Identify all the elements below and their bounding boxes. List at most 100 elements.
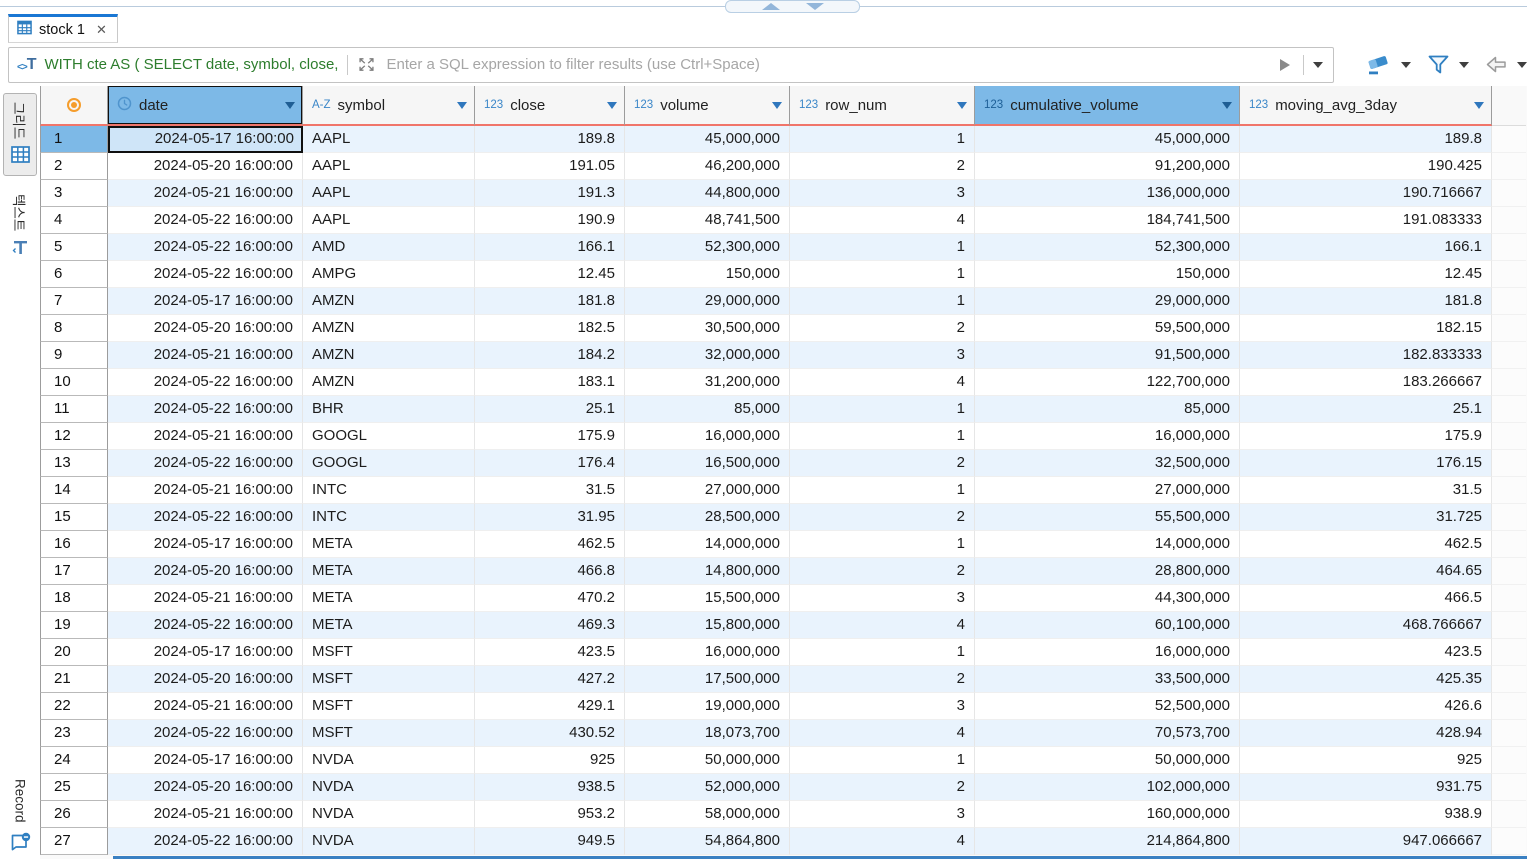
row-number-column-header[interactable] — [40, 86, 108, 126]
cell-volume[interactable]: 14,000,000 — [625, 531, 790, 558]
column-header-close[interactable]: 123close — [475, 86, 625, 126]
filter-input-placeholder[interactable]: Enter a SQL expression to filter results… — [386, 56, 1276, 73]
cell-close[interactable]: 191.3 — [475, 180, 625, 207]
cell-symbol[interactable]: META — [303, 531, 475, 558]
cell-date[interactable]: 2024-05-22 16:00:00 — [108, 234, 303, 261]
cell-close[interactable]: 183.1 — [475, 369, 625, 396]
cell-row_num[interactable]: 3 — [790, 693, 975, 720]
cell-date[interactable]: 2024-05-22 16:00:00 — [108, 207, 303, 234]
cell-moving_avg_3day[interactable]: 947.066667 — [1240, 828, 1492, 855]
cell-close[interactable]: 175.9 — [475, 423, 625, 450]
cell-moving_avg_3day[interactable]: 425.35 — [1240, 666, 1492, 693]
cell-moving_avg_3day[interactable]: 31.725 — [1240, 504, 1492, 531]
cell-close[interactable]: 953.2 — [475, 801, 625, 828]
cell-cumulative_volume[interactable]: 52,500,000 — [975, 693, 1240, 720]
cell-date[interactable]: 2024-05-22 16:00:00 — [108, 612, 303, 639]
row-number-cell[interactable]: 16 — [40, 531, 108, 558]
cell-symbol[interactable]: NVDA — [303, 801, 475, 828]
cell-cumulative_volume[interactable]: 91,500,000 — [975, 342, 1240, 369]
cell-cumulative_volume[interactable]: 136,000,000 — [975, 180, 1240, 207]
cell-row_num[interactable]: 1 — [790, 639, 975, 666]
cell-row_num[interactable]: 1 — [790, 531, 975, 558]
cell-cumulative_volume[interactable]: 44,300,000 — [975, 585, 1240, 612]
cell-close[interactable]: 189.8 — [475, 126, 625, 153]
cell-close[interactable]: 925 — [475, 747, 625, 774]
cell-close[interactable]: 191.05 — [475, 153, 625, 180]
cell-row_num[interactable]: 1 — [790, 234, 975, 261]
cell-row_num[interactable]: 2 — [790, 450, 975, 477]
cell-symbol[interactable]: META — [303, 585, 475, 612]
row-number-cell[interactable]: 13 — [40, 450, 108, 477]
cell-row_num[interactable]: 1 — [790, 747, 975, 774]
cell-row_num[interactable]: 2 — [790, 666, 975, 693]
collapse-down-icon[interactable] — [806, 3, 824, 10]
column-dropdown-icon[interactable] — [1222, 102, 1232, 109]
cell-cumulative_volume[interactable]: 214,864,800 — [975, 828, 1240, 855]
cell-symbol[interactable]: INTC — [303, 477, 475, 504]
cell-date[interactable]: 2024-05-21 16:00:00 — [108, 423, 303, 450]
cell-cumulative_volume[interactable]: 102,000,000 — [975, 774, 1240, 801]
row-number-cell[interactable]: 1 — [40, 126, 108, 153]
cell-row_num[interactable]: 2 — [790, 558, 975, 585]
cell-symbol[interactable]: NVDA — [303, 774, 475, 801]
cell-moving_avg_3day[interactable]: 25.1 — [1240, 396, 1492, 423]
cell-date[interactable]: 2024-05-17 16:00:00 — [108, 531, 303, 558]
cell-row_num[interactable]: 1 — [790, 288, 975, 315]
cell-moving_avg_3day[interactable]: 189.8 — [1240, 126, 1492, 153]
cell-volume[interactable]: 45,000,000 — [625, 126, 790, 153]
cell-cumulative_volume[interactable]: 16,000,000 — [975, 423, 1240, 450]
cell-volume[interactable]: 16,000,000 — [625, 639, 790, 666]
row-number-cell[interactable]: 26 — [40, 801, 108, 828]
cell-row_num[interactable]: 3 — [790, 801, 975, 828]
cell-cumulative_volume[interactable]: 150,000 — [975, 261, 1240, 288]
tab-stock-1[interactable]: stock 1 ✕ — [8, 14, 118, 43]
splitter-handle[interactable] — [725, 0, 860, 13]
cell-volume[interactable]: 50,000,000 — [625, 747, 790, 774]
cell-symbol[interactable]: MSFT — [303, 693, 475, 720]
row-number-cell[interactable]: 20 — [40, 639, 108, 666]
cell-cumulative_volume[interactable]: 27,000,000 — [975, 477, 1240, 504]
cell-date[interactable]: 2024-05-21 16:00:00 — [108, 477, 303, 504]
cell-date[interactable]: 2024-05-20 16:00:00 — [108, 666, 303, 693]
cell-date[interactable]: 2024-05-20 16:00:00 — [108, 774, 303, 801]
cell-close[interactable]: 31.5 — [475, 477, 625, 504]
text-view-toggle[interactable]: 텍스트 — [10, 194, 30, 260]
cell-date[interactable]: 2024-05-20 16:00:00 — [108, 558, 303, 585]
cell-moving_avg_3day[interactable]: 466.5 — [1240, 585, 1492, 612]
row-number-cell[interactable]: 25 — [40, 774, 108, 801]
cell-close[interactable]: 469.3 — [475, 612, 625, 639]
row-number-cell[interactable]: 27 — [40, 828, 108, 855]
cell-close[interactable]: 166.1 — [475, 234, 625, 261]
cell-cumulative_volume[interactable]: 52,300,000 — [975, 234, 1240, 261]
cell-row_num[interactable]: 2 — [790, 153, 975, 180]
cell-date[interactable]: 2024-05-21 16:00:00 — [108, 585, 303, 612]
cell-close[interactable]: 12.45 — [475, 261, 625, 288]
cell-date[interactable]: 2024-05-17 16:00:00 — [108, 288, 303, 315]
cell-date[interactable]: 2024-05-22 16:00:00 — [108, 396, 303, 423]
column-header-row_num[interactable]: 123row_num — [790, 86, 975, 126]
cell-close[interactable]: 470.2 — [475, 585, 625, 612]
cell-symbol[interactable]: INTC — [303, 504, 475, 531]
cell-volume[interactable]: 52,000,000 — [625, 774, 790, 801]
cell-close[interactable]: 430.52 — [475, 720, 625, 747]
column-dropdown-icon[interactable] — [607, 102, 617, 109]
row-number-cell[interactable]: 23 — [40, 720, 108, 747]
cell-volume[interactable]: 15,800,000 — [625, 612, 790, 639]
row-number-cell[interactable]: 8 — [40, 315, 108, 342]
cell-cumulative_volume[interactable]: 16,000,000 — [975, 639, 1240, 666]
row-number-cell[interactable]: 18 — [40, 585, 108, 612]
row-number-cell[interactable]: 22 — [40, 693, 108, 720]
cell-volume[interactable]: 52,300,000 — [625, 234, 790, 261]
cell-cumulative_volume[interactable]: 85,000 — [975, 396, 1240, 423]
cell-moving_avg_3day[interactable]: 176.15 — [1240, 450, 1492, 477]
cell-date[interactable]: 2024-05-20 16:00:00 — [108, 153, 303, 180]
cell-volume[interactable]: 31,200,000 — [625, 369, 790, 396]
cell-row_num[interactable]: 1 — [790, 477, 975, 504]
cell-volume[interactable]: 18,073,700 — [625, 720, 790, 747]
cell-moving_avg_3day[interactable]: 183.266667 — [1240, 369, 1492, 396]
filter-history-dropdown-icon[interactable] — [1313, 62, 1323, 68]
column-dropdown-icon[interactable] — [1474, 102, 1484, 109]
column-dropdown-icon[interactable] — [772, 102, 782, 109]
cell-moving_avg_3day[interactable]: 428.94 — [1240, 720, 1492, 747]
cell-close[interactable]: 31.95 — [475, 504, 625, 531]
